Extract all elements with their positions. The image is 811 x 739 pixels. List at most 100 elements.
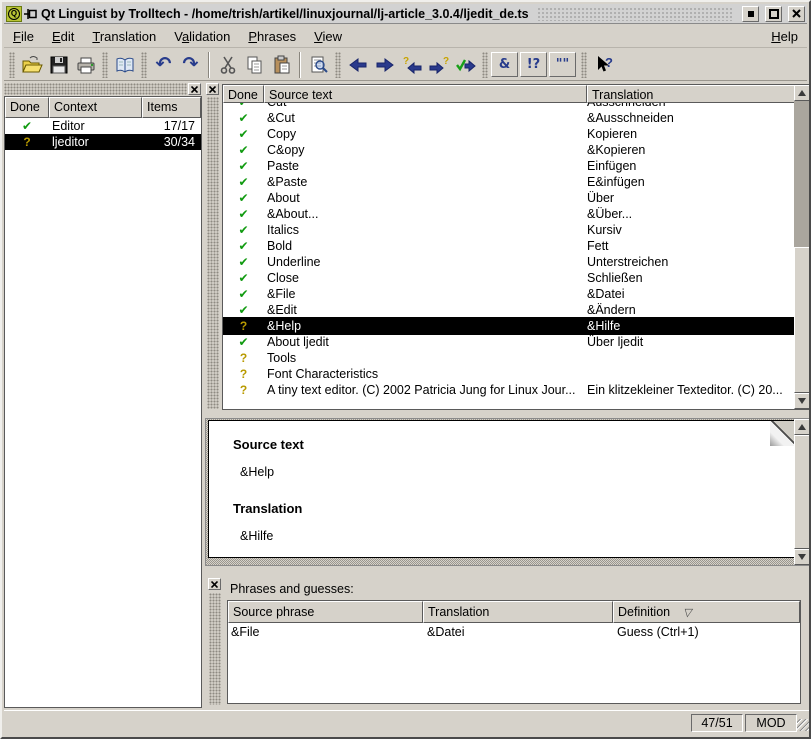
message-row[interactable]: ✔ &Edit &Ändern [223, 302, 794, 318]
scroll-down-button[interactable] [794, 549, 810, 565]
source-text-cell: Font Characteristics [264, 367, 587, 381]
menu-edit[interactable]: Edit [43, 27, 83, 46]
punctuation-validation-toggle[interactable]: !? [520, 52, 547, 77]
done-state-icon: ? [223, 319, 264, 333]
paste-button[interactable] [268, 51, 295, 78]
context-row[interactable]: ? ljeditor 30/34 [5, 134, 201, 150]
phrasebook-button[interactable] [111, 51, 138, 78]
message-header-done[interactable]: Done [223, 85, 264, 103]
message-row[interactable]: ? &Help &Hilfe [223, 318, 794, 334]
prev-button[interactable] [344, 51, 371, 78]
menu-help[interactable]: Help [762, 27, 807, 46]
open-file-button[interactable] [18, 51, 45, 78]
context-header-context[interactable]: Context [49, 97, 142, 118]
source-text-cell: &File [264, 287, 587, 301]
message-row[interactable]: ? Tools [223, 350, 794, 366]
phrases-panel-label: Phrases and guesses: [230, 582, 354, 596]
message-row[interactable]: ✔ &About... &Über... [223, 206, 794, 222]
accelerator-validation-toggle[interactable]: & [491, 52, 518, 77]
minimize-button[interactable] [742, 6, 759, 22]
message-row[interactable]: ✔ &Paste E&infügen [223, 174, 794, 190]
scroll-down-button[interactable] [794, 393, 810, 409]
scrollbar-thumb[interactable] [794, 435, 810, 549]
phrase-validation-toggle[interactable]: "" [549, 52, 576, 77]
titlebar-texture [537, 7, 732, 21]
message-row[interactable]: ✔ Bold Fett [223, 238, 794, 254]
print-button[interactable] [72, 51, 99, 78]
cut-button[interactable] [214, 51, 241, 78]
maximize-button[interactable] [765, 6, 782, 22]
main-dock-close-button[interactable] [206, 83, 219, 95]
down-arrow-icon [798, 554, 806, 560]
context-header-items[interactable]: Items [142, 97, 201, 118]
source-text-cell: Paste [264, 159, 587, 173]
toolbar-handle[interactable] [482, 52, 488, 78]
whats-this-button[interactable]: ? [590, 51, 617, 78]
main-dock-handle[interactable] [207, 97, 219, 409]
editor-scrollbar[interactable] [794, 419, 810, 565]
context-row[interactable]: ✔ Editor 17/17 [5, 118, 201, 134]
message-row[interactable]: ✔ Cut Ausschneiden [223, 103, 794, 110]
phrases-header-source[interactable]: Source phrase [228, 601, 423, 623]
next-button[interactable] [371, 51, 398, 78]
copy-button[interactable] [241, 51, 268, 78]
message-row[interactable]: ✔ &File &Datei [223, 286, 794, 302]
scroll-up-button[interactable] [794, 419, 810, 435]
toolbar-handle[interactable] [335, 52, 341, 78]
message-row[interactable]: ✔ Copy Kopieren [223, 126, 794, 142]
next-unfinished-button[interactable]: ? [425, 51, 452, 78]
phrases-header-translation[interactable]: Translation [423, 601, 613, 623]
scroll-up-button[interactable] [794, 85, 810, 101]
menu-translation[interactable]: Translation [83, 27, 165, 46]
source-text-cell: About ljedit [264, 335, 587, 349]
translation-cell: &Über... [587, 207, 794, 221]
context-dock-close-button[interactable] [188, 83, 201, 95]
toolbar-handle[interactable] [141, 52, 147, 78]
done-and-next-button[interactable] [452, 51, 479, 78]
message-row[interactable]: ✔ Underline Unterstreichen [223, 254, 794, 270]
save-file-button[interactable] [45, 51, 72, 78]
toolbar-handle[interactable] [9, 52, 15, 78]
find-button[interactable] [305, 51, 332, 78]
undo-button[interactable]: ↶ [150, 51, 177, 78]
resize-grip[interactable] [797, 719, 809, 731]
redo-button[interactable]: ↷ [177, 51, 204, 78]
message-row[interactable]: ✔ Close Schließen [223, 270, 794, 286]
context-list-header: Done Context Items [5, 97, 201, 118]
message-row[interactable]: ? Font Characteristics [223, 366, 794, 382]
splitter-bottom[interactable] [204, 566, 811, 575]
message-row[interactable]: ✔ &Cut &Ausschneiden [223, 110, 794, 126]
close-icon [209, 86, 216, 93]
svg-text:?: ? [403, 56, 409, 67]
phrase-row[interactable]: &File &Datei Guess (Ctrl+1) [228, 623, 800, 641]
message-list-scrollbar[interactable] [794, 85, 810, 409]
message-row[interactable]: ✔ Italics Kursiv [223, 222, 794, 238]
menu-validation[interactable]: Validation [165, 27, 239, 46]
context-header-done[interactable]: Done [5, 97, 49, 118]
phrases-header-definition[interactable]: Definition▽ [613, 601, 800, 623]
close-button[interactable] [788, 6, 805, 22]
menu-file[interactable]: File [4, 27, 43, 46]
context-dock-handle[interactable] [4, 83, 187, 95]
menu-phrases[interactable]: Phrases [239, 27, 305, 46]
page-corner-fold [770, 420, 796, 446]
splitter-top[interactable] [204, 410, 811, 418]
phrases-dock-handle[interactable] [209, 593, 221, 705]
translation-input[interactable]: &Hilfe [240, 529, 273, 543]
phrases-dock-close-button[interactable] [208, 578, 221, 590]
editor-page: Source text &Help Translation &Hilfe [208, 420, 796, 558]
scrollbar-thumb[interactable] [794, 247, 810, 393]
done-state-icon: ✔ [223, 303, 264, 317]
message-row[interactable]: ✔ C&opy &Kopieren [223, 142, 794, 158]
message-header-translation[interactable]: Translation [587, 85, 810, 103]
message-row[interactable]: ✔ About ljedit Über ljedit [223, 334, 794, 350]
message-row[interactable]: ✔ Paste Einfügen [223, 158, 794, 174]
menu-view[interactable]: View [305, 27, 351, 46]
message-header-source[interactable]: Source text [264, 85, 587, 103]
message-row[interactable]: ? A tiny text editor. (C) 2002 Patricia … [223, 382, 794, 398]
toolbar-handle[interactable] [102, 52, 108, 78]
toolbar-handle[interactable] [581, 52, 587, 78]
titlebar[interactable]: Q Qt Linguist by Trolltech - /home/trish… [4, 4, 807, 24]
prev-unfinished-button[interactable]: ? [398, 51, 425, 78]
message-row[interactable]: ✔ About Über [223, 190, 794, 206]
